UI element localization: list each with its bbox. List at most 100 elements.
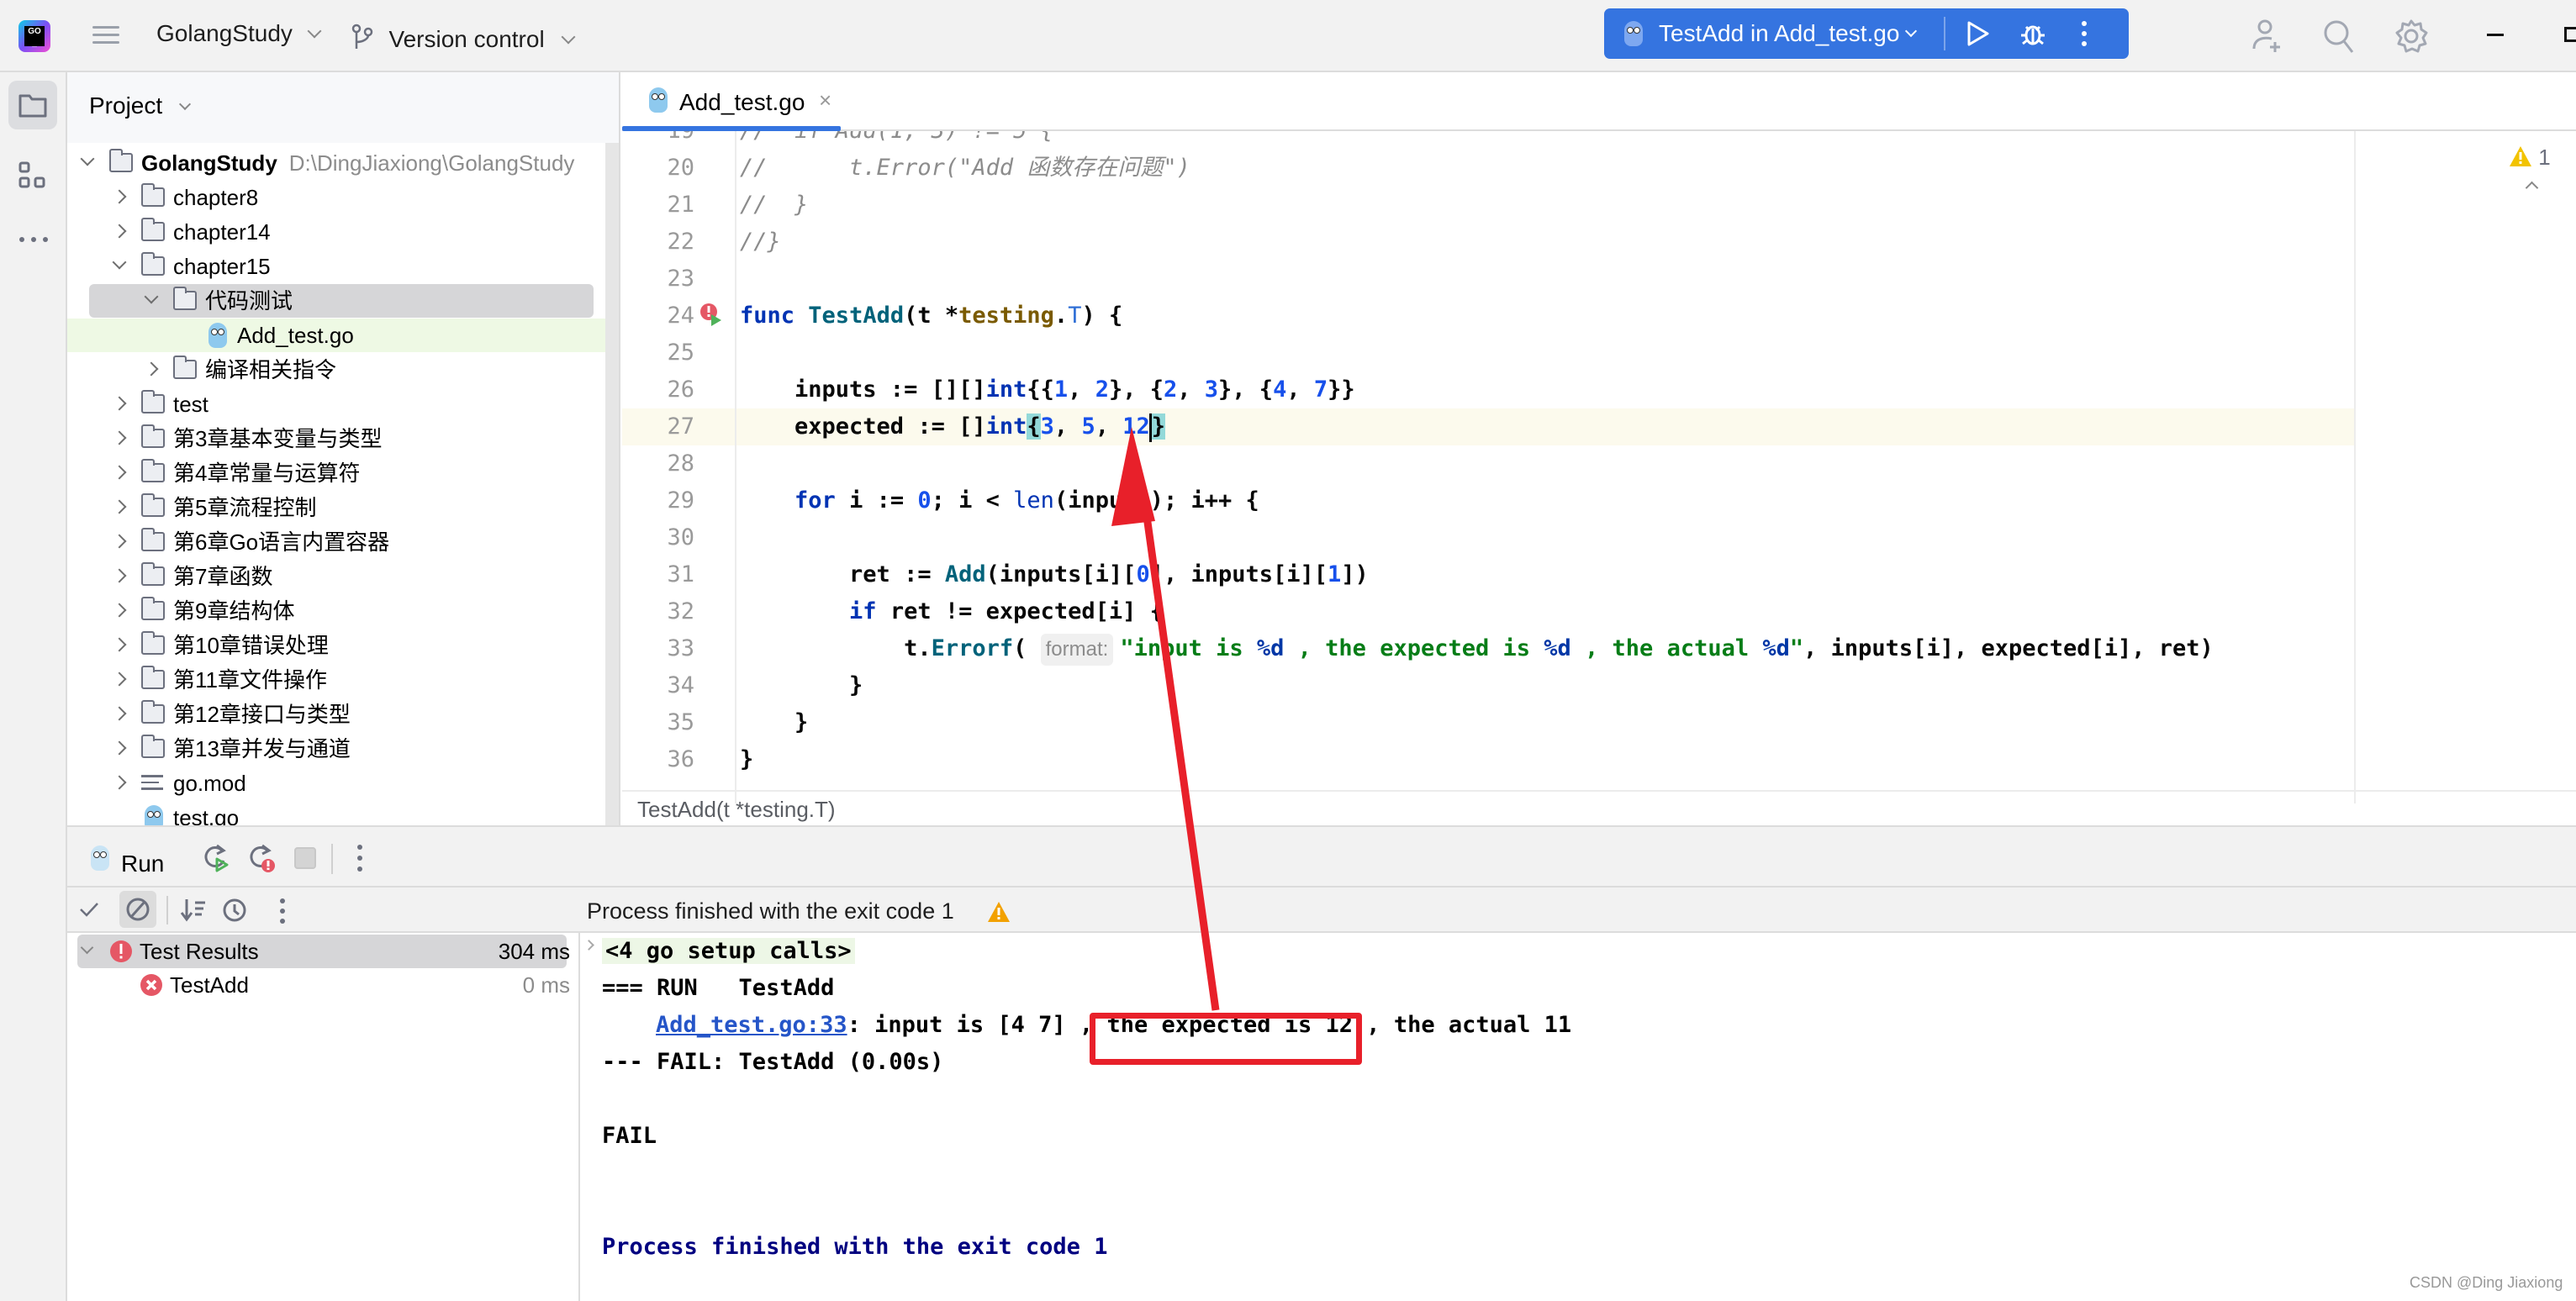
line-number[interactable]: 36 (622, 741, 694, 778)
setup-calls-fold[interactable]: <4 go setup calls> (602, 938, 855, 964)
line-number[interactable]: 33 (622, 630, 694, 667)
chevron-right-icon[interactable] (112, 465, 127, 480)
chevron-right-icon[interactable] (112, 740, 127, 756)
chevron-down-icon[interactable] (80, 151, 95, 166)
tree-item[interactable]: 编译相关指令 (67, 353, 605, 387)
chevron-right-icon[interactable] (112, 224, 127, 239)
rerun-failed-tests-icon[interactable] (247, 844, 276, 872)
line-number[interactable]: 22 (622, 224, 694, 261)
tree-item[interactable]: test.go (67, 801, 605, 825)
chevron-right-icon[interactable] (112, 396, 127, 411)
chevron-right-icon[interactable] (144, 361, 159, 377)
chevron-right-icon[interactable] (112, 637, 127, 652)
stop-icon[interactable] (294, 847, 316, 869)
chevron-right-icon[interactable] (583, 940, 594, 951)
code-line[interactable]: 25 (622, 334, 2354, 371)
console-output[interactable]: <4 go setup calls> === RUN TestAdd Add_t… (582, 933, 2576, 1301)
code-area[interactable]: 19 // if Add(1, 3) != 5 {20 // t.Error("Ad… (622, 131, 2354, 803)
tree-scrollbar[interactable] (605, 143, 619, 825)
tree-item[interactable]: 第4章常量与运算符 (67, 456, 605, 490)
line-number[interactable]: 20 (622, 150, 694, 187)
tree-item[interactable]: 第7章函数 (67, 560, 605, 593)
tree-item[interactable]: go.mod (67, 766, 605, 800)
tree-item[interactable]: 第11章文件操作 (67, 663, 605, 697)
chevron-right-icon[interactable] (112, 568, 127, 583)
chevron-right-icon[interactable] (112, 430, 127, 445)
more-vertical-icon[interactable] (2080, 20, 2088, 47)
show-passed-icon[interactable] (79, 901, 99, 918)
tree-item[interactable]: chapter15 (67, 250, 605, 283)
chevron-right-icon[interactable] (112, 706, 127, 721)
tree-item[interactable]: 第13章并发与通道 (67, 732, 605, 766)
run-configuration-widget[interactable]: TestAdd in Add_test.go (1604, 8, 2129, 59)
test-results-root[interactable]: Test Results 304 ms (67, 935, 577, 968)
tree-item[interactable]: 第5章流程控制 (67, 491, 605, 524)
gear-icon[interactable] (2394, 18, 2428, 54)
line-number[interactable]: 21 (622, 187, 694, 224)
code-line[interactable]: 28 (622, 445, 2354, 482)
line-number[interactable]: 30 (622, 519, 694, 556)
tree-item[interactable]: 代码测试 (67, 284, 605, 318)
tab-add-test-go[interactable]: Add_test.go × (636, 72, 842, 131)
more-vertical-icon[interactable] (356, 844, 363, 872)
vcs-widget[interactable]: Version control (351, 20, 576, 53)
chevron-right-icon[interactable] (112, 189, 127, 204)
chevron-right-icon[interactable] (112, 775, 127, 790)
more-vertical-icon[interactable] (279, 898, 286, 924)
test-row[interactable]: TestAdd 0 ms (67, 968, 577, 1002)
line-number[interactable]: 29 (622, 482, 694, 519)
show-ignored-toggle[interactable] (119, 891, 156, 928)
code-line[interactable]: 34 } (622, 667, 2354, 704)
project-tool-button[interactable] (8, 81, 57, 129)
code-line[interactable]: 27 expected := []int{3, 5, 12} (622, 408, 2354, 445)
code-line[interactable]: 32 if ret != expected[i] { (622, 593, 2354, 630)
run-icon[interactable] (1964, 20, 1991, 47)
line-number[interactable]: 32 (622, 593, 694, 630)
line-number[interactable]: 23 (622, 261, 694, 298)
code-line[interactable]: 24 func TestAdd(t *testing.T) { (622, 298, 2354, 334)
chevron-up-icon[interactable] (2525, 181, 2539, 195)
code-line[interactable]: 36} (622, 741, 2354, 778)
debug-icon[interactable] (2019, 20, 2046, 47)
project-view-selector[interactable]: Project (89, 92, 192, 119)
tree-root[interactable]: GolangStudy D:\DingJiaxiong\GolangStudy (67, 146, 605, 180)
line-number[interactable]: 26 (622, 371, 694, 408)
tree-item[interactable]: 第6章Go语言内置容器 (67, 525, 605, 559)
goland-logo-icon[interactable]: GO _ (18, 20, 50, 52)
code-line[interactable]: 22 //} (622, 224, 2354, 261)
chevron-right-icon[interactable] (112, 534, 127, 549)
tree-item[interactable]: Add_test.go (67, 319, 605, 352)
line-number[interactable]: 19 (622, 131, 694, 150)
close-icon[interactable]: × (819, 87, 831, 113)
code-line[interactable]: 21 // } (622, 187, 2354, 224)
tree-item[interactable]: chapter8 (67, 181, 605, 214)
more-horizontal-icon[interactable] (18, 235, 49, 244)
project-switcher[interactable]: GolangStudy (156, 20, 322, 47)
maximize-icon[interactable] (2564, 27, 2576, 42)
chevron-right-icon[interactable] (112, 672, 127, 687)
line-number[interactable]: 35 (622, 704, 694, 741)
tree-item[interactable]: 第10章错误处理 (67, 629, 605, 662)
code-line[interactable]: 23 (622, 261, 2354, 298)
tree-item[interactable]: test (67, 387, 605, 421)
code-line[interactable]: 30 (622, 519, 2354, 556)
chevron-down-icon[interactable] (1904, 24, 1918, 38)
line-number[interactable]: 34 (622, 667, 694, 704)
add-user-icon[interactable] (2251, 18, 2285, 54)
line-number[interactable]: 25 (622, 334, 694, 371)
structure-icon[interactable] (18, 161, 49, 192)
test-failed-run-gutter-icon[interactable] (699, 303, 723, 326)
search-icon[interactable] (2322, 18, 2356, 54)
line-number[interactable]: 24 (622, 298, 694, 334)
minimize-icon[interactable] (2487, 34, 2504, 36)
code-line[interactable]: 35 } (622, 704, 2354, 741)
code-line[interactable]: 20 // t.Error("Add 函数存在问题") (622, 150, 2354, 187)
tree-item[interactable]: 第3章基本变量与类型 (67, 422, 605, 456)
code-line[interactable]: 26 inputs := [][]int{{1, 2}, {2, 3}, {4,… (622, 371, 2354, 408)
sort-icon[interactable] (180, 898, 209, 924)
tree-item[interactable]: 第12章接口与类型 (67, 698, 605, 731)
chevron-right-icon[interactable] (112, 603, 127, 618)
chevron-down-icon[interactable] (112, 255, 127, 270)
chevron-right-icon[interactable] (112, 499, 127, 514)
source-link[interactable]: Add_test.go:33 (656, 1012, 847, 1038)
